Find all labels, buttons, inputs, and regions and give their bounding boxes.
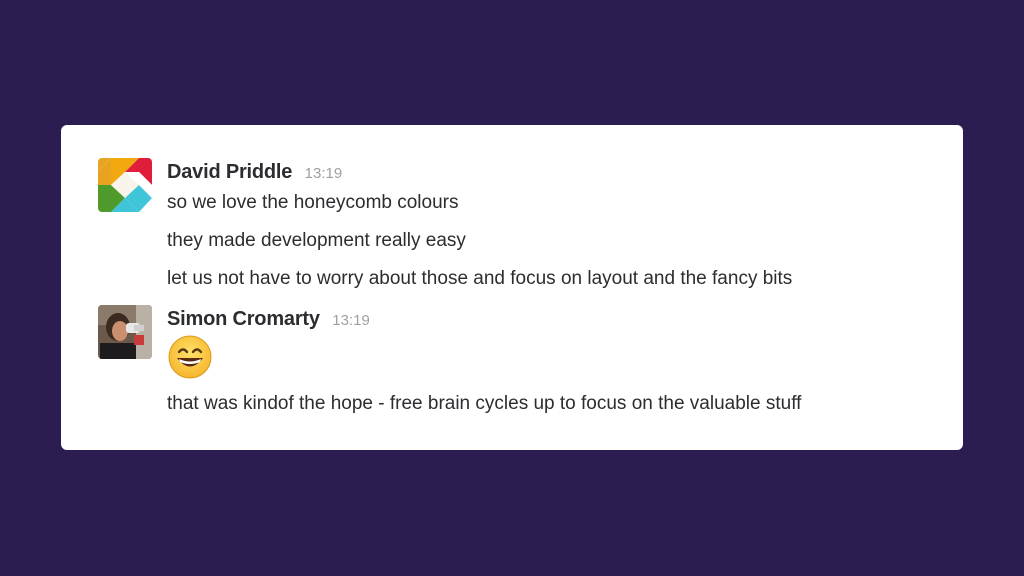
message-timestamp[interactable]: 13:19 [332,312,370,329]
message-text: so we love the honeycomb colours [167,192,459,213]
message-text: that was kindof the hope - free brain cy… [167,393,802,414]
message-text: let us not have to worry about those and… [167,268,793,289]
user-photo-avatar[interactable] [98,305,152,359]
author-name[interactable]: David Priddle [167,161,292,183]
message-header: David Priddle 13:19 [167,161,342,184]
slack-logo-avatar[interactable] [98,158,152,212]
message-timestamp[interactable]: 13:19 [305,165,343,182]
message-text: they made development really easy [167,230,466,251]
author-name[interactable]: Simon Cromarty [167,308,320,330]
message-panel: David Priddle 13:19 so we love the honey… [61,125,963,450]
message-header: Simon Cromarty 13:19 [167,308,370,331]
grinning-face-emoji[interactable] [168,335,212,379]
